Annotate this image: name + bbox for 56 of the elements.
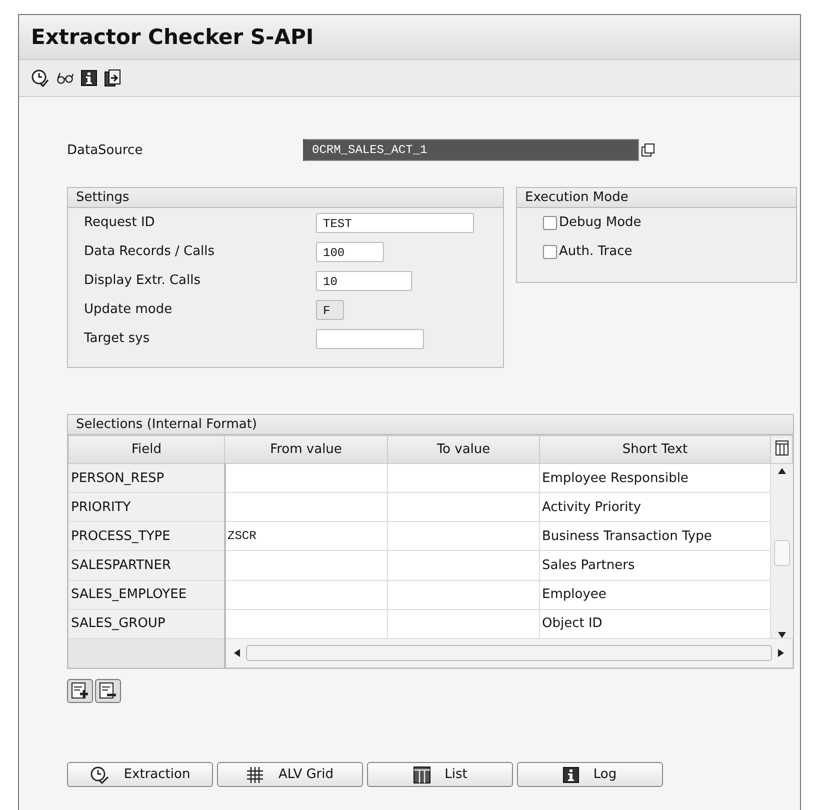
window-title: Extractor Checker S-API xyxy=(19,15,800,60)
column-header[interactable]: To value xyxy=(388,436,540,464)
field-label: Display Extr. Calls xyxy=(84,273,202,288)
table-cell: SALESPARTNER xyxy=(68,550,224,580)
checkbox[interactable] xyxy=(543,244,557,258)
field-label: DataSource xyxy=(67,142,144,158)
info-icon[interactable] xyxy=(81,70,97,86)
insert-row-button[interactable] xyxy=(67,679,93,703)
panel-title: Execution Mode xyxy=(517,188,796,208)
toolbar-button[interactable]: Extraction xyxy=(67,762,213,787)
input-field[interactable] xyxy=(316,328,424,348)
checkbox-label: Auth. Trace xyxy=(559,244,632,259)
column-settings-icon[interactable] xyxy=(774,440,788,456)
toolbar-button[interactable]: List xyxy=(367,762,513,787)
copy-icon[interactable] xyxy=(641,143,655,157)
checkbox-label: Debug Mode xyxy=(559,215,642,230)
scroll-right-icon[interactable] xyxy=(778,649,784,657)
table-cell: PRIORITY xyxy=(68,492,224,522)
clock-check-icon xyxy=(90,766,110,784)
document-arrow-icon[interactable] xyxy=(104,69,121,87)
panel-title: Selections (Internal Format) xyxy=(68,415,793,435)
field-label: Request ID xyxy=(84,215,156,230)
scroll-left-icon[interactable] xyxy=(234,649,240,657)
table-cell: Employee Responsible xyxy=(540,464,770,493)
input-field[interactable]: 100 xyxy=(316,242,384,262)
scroll-thumb[interactable] xyxy=(774,540,790,566)
column-header[interactable]: From value xyxy=(224,436,388,464)
scroll-up-icon[interactable] xyxy=(778,468,786,474)
table-cell: ZSCR xyxy=(224,522,388,551)
table-cell: Sales Partners xyxy=(540,550,770,580)
table-cell: PERSON_RESP xyxy=(68,464,224,493)
table-cell: SALES_GROUP xyxy=(68,609,224,638)
columns-icon xyxy=(412,766,431,784)
glasses-icon[interactable] xyxy=(56,71,74,85)
horizontal-scrollbar[interactable] xyxy=(246,645,772,661)
info-icon[interactable] xyxy=(563,766,580,782)
delete-row-button[interactable] xyxy=(95,679,121,703)
field-label: Data Records / Calls xyxy=(84,244,216,259)
table-cell: Employee xyxy=(540,580,770,610)
checkbox[interactable] xyxy=(543,216,557,230)
column-header[interactable]: Field xyxy=(68,436,224,464)
input-field[interactable]: TEST xyxy=(316,212,474,232)
toolbar-button[interactable]: ALV Grid xyxy=(217,762,363,787)
table-cell: Business Transaction Type xyxy=(540,522,770,551)
field-label: Target sys xyxy=(84,331,151,346)
input-field[interactable]: 10 xyxy=(316,270,412,290)
datasource-field[interactable]: 0CRM_SALES_ACT_1 xyxy=(303,139,639,161)
panel-title: Settings xyxy=(68,188,503,208)
table-cell: Activity Priority xyxy=(540,492,770,522)
toolbar-button[interactable]: Log xyxy=(517,762,663,787)
clock-check-icon[interactable] xyxy=(31,69,49,87)
table-cell: PROCESS_TYPE xyxy=(68,522,224,551)
table-cell: SALES_EMPLOYEE xyxy=(68,580,224,610)
grid-icon xyxy=(246,766,264,784)
field-label: Update mode xyxy=(84,302,174,317)
column-header[interactable]: Short Text xyxy=(540,436,770,464)
